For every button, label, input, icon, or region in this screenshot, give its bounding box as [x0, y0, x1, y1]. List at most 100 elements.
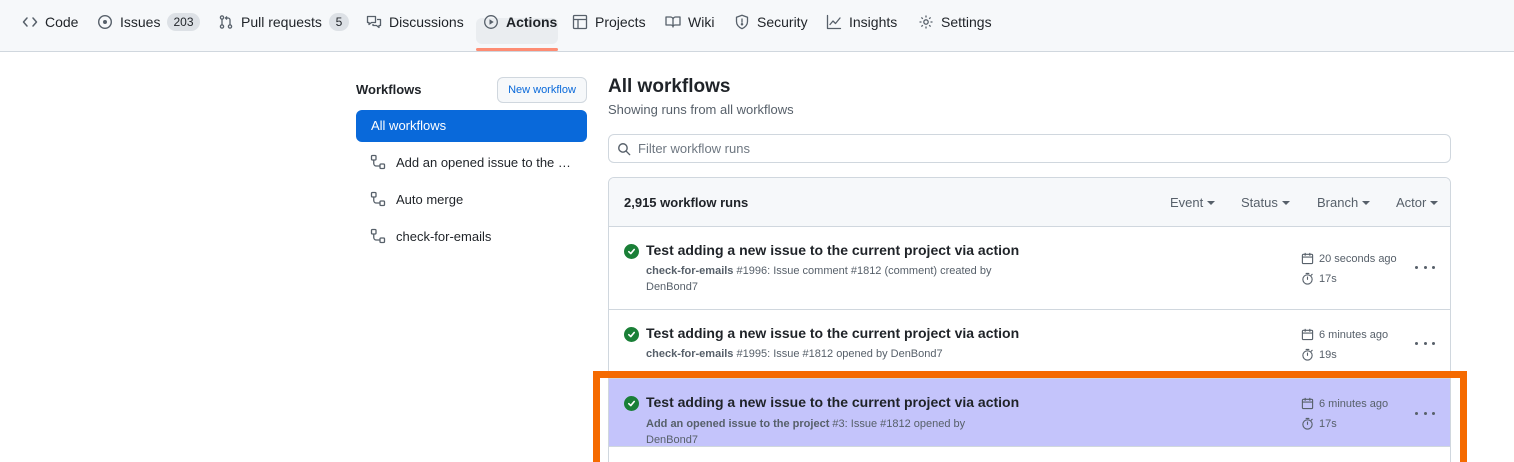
tab-pull-requests[interactable]: Pull requests 5 [218, 12, 349, 48]
run-timestamp: 20 seconds ago [1301, 252, 1397, 265]
tab-insights[interactable]: Insights [826, 12, 897, 48]
branch-filter-label: Branch [1317, 195, 1359, 210]
run-timestamp: 6 minutes ago [1301, 397, 1388, 410]
workflow-run-row[interactable]: Test adding a new issue to the current p… [609, 310, 1450, 379]
shield-icon [734, 14, 750, 30]
selected-tab-underline [476, 48, 558, 51]
run-duration-text: 17s [1319, 417, 1337, 430]
caret-down-icon [1430, 201, 1439, 205]
workflow-icon [370, 154, 386, 170]
book-icon [665, 14, 681, 30]
workflow-icon [370, 191, 386, 207]
run-meta: check-for-emails #1995: Issue #1812 open… [646, 346, 1006, 362]
run-meta: Add an opened issue to the project #3: I… [646, 416, 1006, 448]
sidebar-item-label: Add an opened issue to the project [396, 154, 576, 170]
status-filter-dropdown[interactable]: Status [1241, 195, 1290, 210]
tab-wiki-label: Wiki [688, 14, 715, 30]
run-workflow-name[interactable]: check-for-emails [646, 348, 733, 360]
tab-projects-label: Projects [595, 14, 646, 30]
tab-issues-label: Issues [120, 14, 161, 30]
tab-code[interactable]: Code [22, 12, 78, 48]
sidebar-item-check-for-emails[interactable]: check-for-emails [370, 226, 580, 246]
run-workflow-name[interactable]: check-for-emails [646, 265, 733, 277]
tab-discussions-label: Discussions [389, 14, 464, 30]
gear-icon [918, 14, 934, 30]
run-kebab-menu-button[interactable] [1415, 336, 1435, 350]
run-duration-text: 19s [1319, 348, 1337, 361]
status-filter-label: Status [1241, 195, 1278, 210]
run-detail-author: DenBond7 [646, 281, 698, 293]
tab-pull-requests-label: Pull requests [241, 14, 322, 30]
run-workflow-name[interactable]: Add an opened issue to the project [646, 418, 829, 430]
tab-discussions[interactable]: Discussions [366, 12, 464, 48]
tab-wiki[interactable]: Wiki [665, 12, 714, 48]
tab-issues[interactable]: Issues 203 [97, 12, 200, 48]
check-circle-icon [624, 396, 639, 411]
tab-settings[interactable]: Settings [918, 12, 992, 48]
tab-projects[interactable]: Projects [572, 12, 646, 48]
calendar-icon [1301, 397, 1314, 410]
run-timestamp-text: 6 minutes ago [1319, 397, 1389, 410]
runs-list-header: 2,915 workflow runs Event Status Branch … [609, 178, 1450, 227]
tab-security-label: Security [757, 14, 808, 30]
sidebar-title: Workflows [356, 82, 422, 97]
sidebar-item-all-workflows[interactable]: All workflows [356, 110, 587, 142]
play-icon [483, 14, 499, 30]
filter-runs-field[interactable] [608, 134, 1451, 163]
check-circle-icon [624, 244, 639, 259]
tab-code-label: Code [45, 14, 79, 30]
issues-count-badge: 203 [167, 13, 200, 31]
run-duration-text: 17s [1319, 272, 1337, 285]
tab-actions[interactable]: Actions [483, 12, 557, 48]
graph-icon [826, 14, 842, 30]
filter-runs-input[interactable] [638, 141, 1418, 156]
run-title[interactable]: Test adding a new issue to the current p… [646, 394, 1019, 410]
branch-filter-dropdown[interactable]: Branch [1317, 195, 1371, 210]
calendar-icon [1301, 328, 1314, 341]
tab-actions-label: Actions [506, 14, 558, 30]
runs-count: 2,915 workflow runs [624, 195, 749, 210]
run-kebab-menu-button[interactable] [1415, 406, 1435, 420]
actor-filter-label: Actor [1396, 195, 1427, 210]
run-meta: check-for-emails #1996: Issue comment #1… [646, 263, 1006, 295]
check-circle-icon [624, 327, 639, 342]
repo-nav: Code Issues 203 Pull requests 5 Discussi… [0, 0, 1514, 52]
run-timestamp: 6 minutes ago [1301, 328, 1388, 341]
sidebar-item-label: check-for-emails [396, 228, 492, 244]
run-detail: #1995: Issue #1812 opened by DenBond7 [736, 348, 943, 360]
run-kebab-menu-button[interactable] [1415, 260, 1435, 274]
stopwatch-icon [1301, 272, 1314, 285]
sidebar-item-add-opened-issue[interactable]: Add an opened issue to the project [370, 152, 580, 172]
sidebar-item-label: Auto merge [396, 191, 464, 207]
sidebar-item-auto-merge[interactable]: Auto merge [370, 189, 580, 209]
workflow-runs-list: 2,915 workflow runs Event Status Branch … [608, 177, 1451, 462]
caret-down-icon [1281, 201, 1290, 205]
event-filter-dropdown[interactable]: Event [1170, 195, 1216, 210]
actor-filter-dropdown[interactable]: Actor [1396, 195, 1439, 210]
event-filter-label: Event [1170, 195, 1204, 210]
stopwatch-icon [1301, 417, 1314, 430]
run-duration: 17s [1301, 272, 1337, 285]
code-icon [22, 14, 38, 30]
run-timestamp-text: 6 minutes ago [1319, 328, 1389, 341]
tab-insights-label: Insights [849, 14, 898, 30]
search-icon [617, 142, 631, 156]
comment-discussion-icon [366, 14, 382, 30]
workflow-icon [370, 228, 386, 244]
pull-requests-count-badge: 5 [328, 13, 349, 31]
tab-settings-label: Settings [941, 14, 992, 30]
caret-down-icon [1207, 201, 1216, 205]
stopwatch-icon [1301, 348, 1314, 361]
git-pull-request-icon [218, 14, 234, 30]
new-workflow-button[interactable]: New workflow [497, 77, 587, 103]
run-title[interactable]: Test adding a new issue to the current p… [646, 325, 1019, 341]
workflow-run-row[interactable]: Test adding a new issue to the current p… [609, 227, 1450, 310]
run-detail: #1996: Issue comment #1812 (comment) cre… [736, 265, 992, 277]
calendar-icon [1301, 252, 1314, 265]
workflow-run-row-highlighted[interactable]: Test adding a new issue to the current p… [609, 379, 1450, 448]
issue-opened-icon [97, 14, 113, 30]
tab-security[interactable]: Security [734, 12, 808, 48]
run-title[interactable]: Test adding a new issue to the current p… [646, 242, 1019, 258]
run-duration: 19s [1301, 348, 1337, 361]
page-title: All workflows [608, 76, 731, 97]
